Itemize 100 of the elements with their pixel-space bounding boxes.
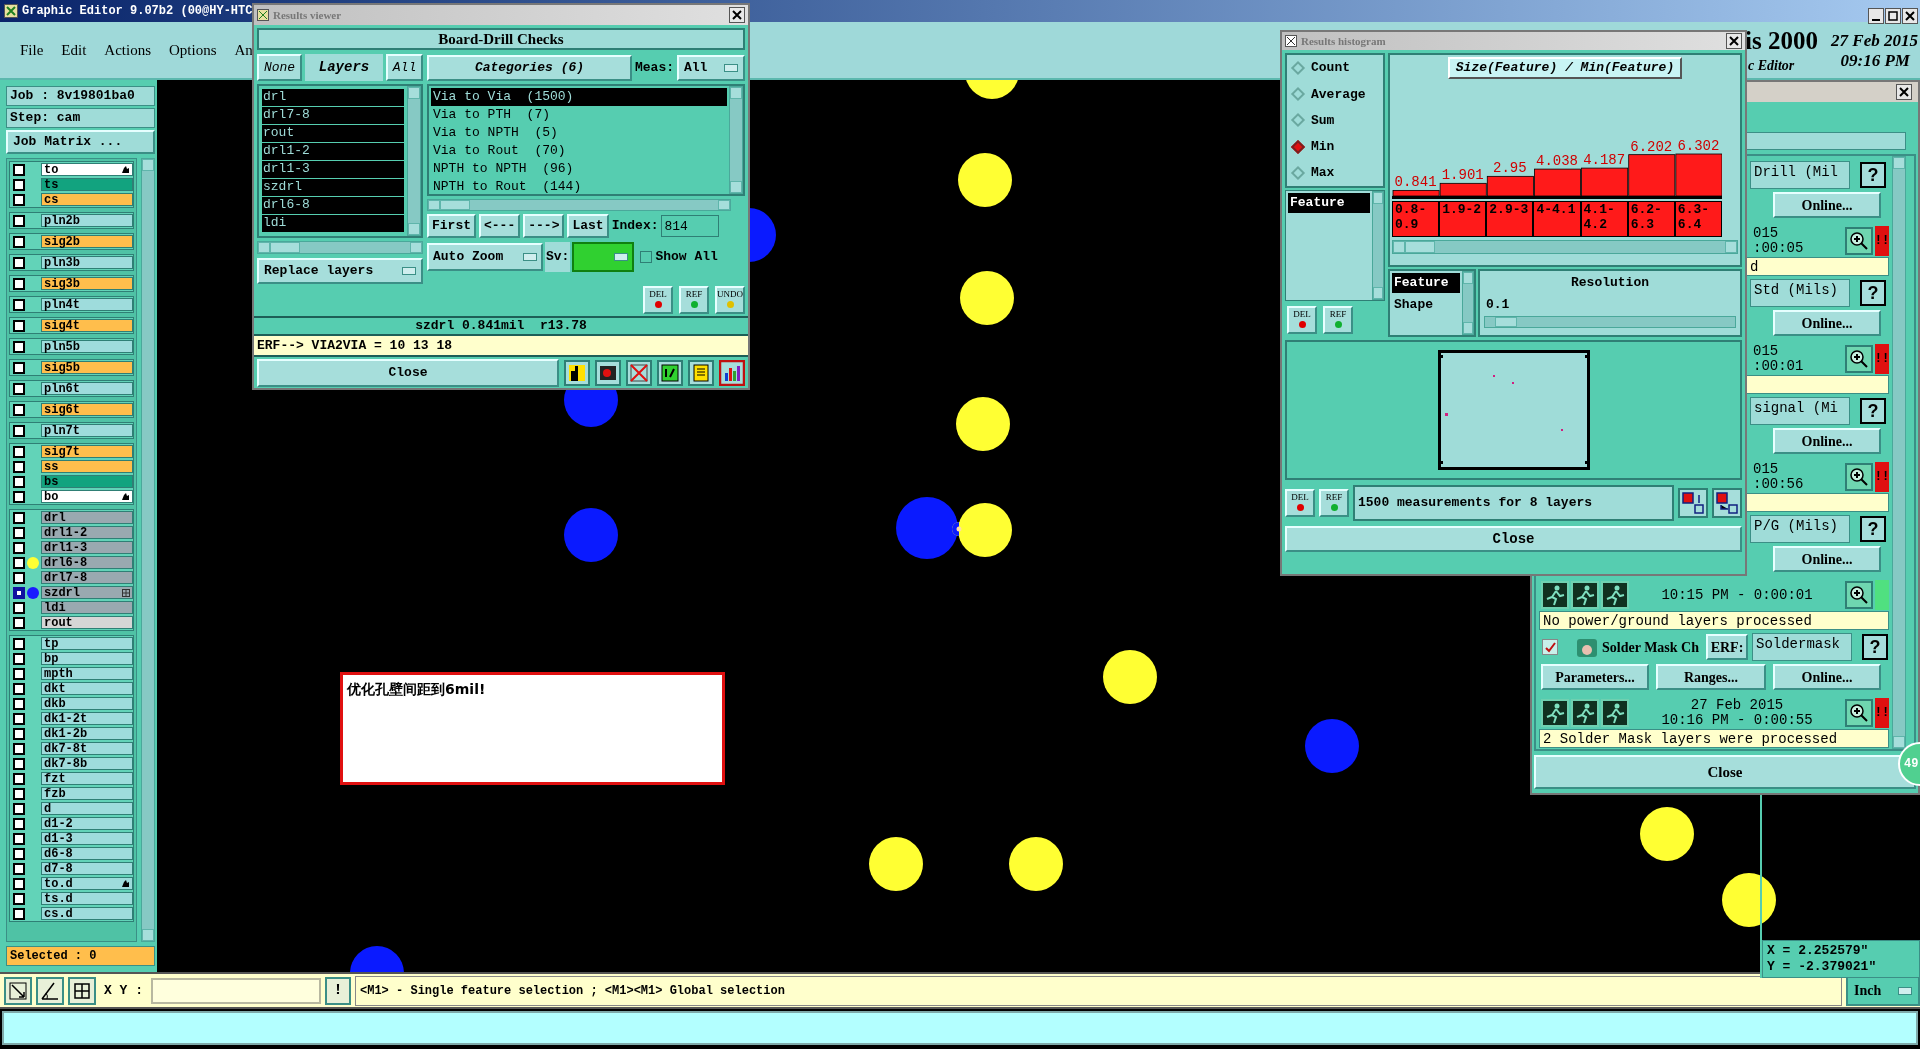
- delete-button[interactable]: DEL: [643, 286, 673, 314]
- layer-list-item[interactable]: szdrl: [262, 179, 404, 197]
- close-icon[interactable]: [1726, 33, 1742, 49]
- layer-name[interactable]: ts: [41, 178, 133, 191]
- refresh-button[interactable]: REF: [1319, 489, 1349, 517]
- layer-checkbox[interactable]: [13, 178, 25, 191]
- layer-name[interactable]: drl7-8: [41, 571, 133, 584]
- online-button[interactable]: Online...: [1773, 310, 1881, 336]
- layer-name[interactable]: pln4t: [41, 298, 133, 311]
- list-item[interactable]: Feature: [1392, 273, 1460, 293]
- layer-name[interactable]: d1-2: [41, 817, 133, 830]
- running-figure-icon[interactable]: [1541, 699, 1569, 727]
- first-button[interactable]: First: [427, 214, 476, 238]
- mode-radio[interactable]: Average: [1293, 84, 1377, 105]
- layer-checkbox[interactable]: [13, 727, 25, 740]
- layer-checkbox[interactable]: [13, 424, 25, 437]
- layer-name[interactable]: pln2b: [41, 214, 133, 227]
- help-button[interactable]: ?: [1862, 634, 1888, 660]
- layer-checkbox[interactable]: [13, 556, 25, 569]
- delete-button[interactable]: DEL: [1285, 489, 1315, 517]
- layer-checkbox[interactable]: [13, 382, 25, 395]
- category-item[interactable]: Via to Rout (70): [431, 142, 727, 160]
- layer-name[interactable]: ss: [41, 460, 133, 473]
- layer-list-item[interactable]: ldi: [262, 215, 404, 233]
- erf-field[interactable]: P/G (Mils): [1750, 515, 1850, 543]
- layer-checkbox[interactable]: [13, 712, 25, 725]
- layer-checkbox[interactable]: [13, 511, 25, 524]
- running-figure-icon[interactable]: [1601, 581, 1629, 609]
- layer-checkbox[interactable]: [13, 682, 25, 695]
- mode-radio[interactable]: Max: [1293, 163, 1377, 183]
- layer-name[interactable]: dk7-8t: [41, 742, 133, 755]
- layer-name[interactable]: bo: [41, 490, 133, 503]
- layer-name[interactable]: sig4t: [41, 319, 133, 332]
- help-button[interactable]: ?: [1860, 398, 1886, 424]
- layer-checkbox[interactable]: [13, 877, 25, 890]
- chart-export-icon[interactable]: [1678, 488, 1708, 518]
- layer-name[interactable]: fzt: [41, 772, 133, 785]
- show-all-checkbox[interactable]: [640, 251, 653, 263]
- angle-icon[interactable]: [36, 976, 64, 1005]
- layer-checkbox[interactable]: [13, 652, 25, 665]
- layer-checkbox[interactable]: [13, 772, 25, 785]
- layer-name[interactable]: rout: [41, 616, 133, 629]
- layer-name[interactable]: d6-8: [41, 847, 133, 860]
- layer-name[interactable]: dk1-2t: [41, 712, 133, 725]
- layer-name[interactable]: sig3b: [41, 277, 133, 290]
- layer-checkbox[interactable]: [13, 571, 25, 584]
- running-figure-icon[interactable]: [1571, 581, 1599, 609]
- layer-name[interactable]: drl6-8: [41, 556, 133, 569]
- replace-mode-dropdown[interactable]: Replace layers: [257, 258, 423, 284]
- layer-list-item[interactable]: drl7-8: [262, 107, 404, 125]
- layer-name[interactable]: drl1-3: [41, 541, 133, 554]
- erf-field[interactable]: Soldermask: [1752, 633, 1852, 661]
- layer-checkbox[interactable]: [13, 277, 25, 290]
- help-button[interactable]: ?: [1860, 516, 1886, 542]
- layer-name[interactable]: bs: [41, 475, 133, 488]
- last-button[interactable]: Last: [567, 214, 609, 238]
- running-figure-icon[interactable]: [1541, 581, 1569, 609]
- next-button[interactable]: --->: [523, 214, 565, 238]
- zoom-in-icon[interactable]: [1845, 581, 1873, 609]
- close-icon[interactable]: [729, 7, 745, 23]
- layer-name[interactable]: pln5b: [41, 340, 133, 353]
- zoom-in-icon[interactable]: [1845, 345, 1873, 373]
- layer-name[interactable]: pln6t: [41, 382, 133, 395]
- layer-list-item[interactable]: rout: [262, 125, 404, 143]
- help-button[interactable]: ?: [1860, 162, 1886, 188]
- chart-import-icon[interactable]: [1712, 488, 1742, 518]
- layer-checkbox[interactable]: [13, 802, 25, 815]
- layer-checkbox[interactable]: [13, 460, 25, 473]
- layer-checkbox[interactable]: [13, 616, 25, 629]
- layer-checkbox[interactable]: [13, 340, 25, 353]
- layer-checkbox[interactable]: [13, 475, 25, 488]
- online-button[interactable]: Online...: [1773, 664, 1881, 690]
- previous-button[interactable]: <---: [479, 214, 521, 238]
- xy-input-field[interactable]: [151, 977, 321, 1004]
- layer-name[interactable]: dkt: [41, 682, 133, 695]
- layer-name[interactable]: drl1-2: [41, 526, 133, 539]
- layer-name[interactable]: tp: [41, 637, 133, 650]
- layer-name[interactable]: dk7-8b: [41, 757, 133, 770]
- layer-name[interactable]: dk1-2b: [41, 727, 133, 740]
- category-item[interactable]: Via to PTH (7): [431, 106, 727, 124]
- parameters-button[interactable]: Parameters...: [1541, 664, 1649, 690]
- close-button[interactable]: Close: [257, 358, 559, 387]
- zoom-mode-dropdown[interactable]: Auto Zoom: [427, 243, 543, 271]
- layer-checkbox[interactable]: [13, 298, 25, 311]
- list-item[interactable]: Shape: [1392, 294, 1460, 314]
- record-icon[interactable]: [595, 359, 621, 386]
- notes-icon[interactable]: [688, 359, 714, 386]
- layer-checkbox[interactable]: [13, 163, 25, 176]
- layer-name[interactable]: to: [41, 163, 133, 176]
- layer-checkbox[interactable]: [13, 445, 25, 458]
- layer-checkbox[interactable]: [13, 235, 25, 248]
- job-matrix-button[interactable]: Job Matrix ...: [6, 130, 155, 154]
- layer-checkbox[interactable]: [13, 667, 25, 680]
- mode-radio[interactable]: Min: [1293, 136, 1377, 157]
- zoom-in-icon[interactable]: [1845, 699, 1873, 727]
- layer-list-item[interactable]: drl1-2: [262, 143, 404, 161]
- layer-checkbox[interactable]: [13, 361, 25, 374]
- refresh-button[interactable]: REF: [1323, 306, 1353, 334]
- help-button[interactable]: ?: [1860, 280, 1886, 306]
- undo-button[interactable]: UNDO: [715, 286, 745, 314]
